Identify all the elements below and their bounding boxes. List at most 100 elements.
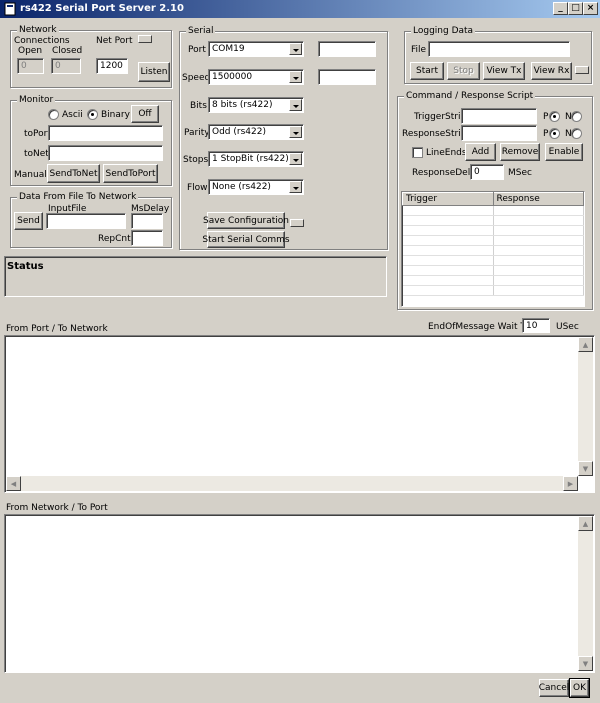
tonet-label: toNet: [24, 149, 49, 159]
scroll-down-icon[interactable]: ▼: [578, 461, 593, 476]
port-combo[interactable]: COM19: [208, 41, 304, 57]
minimize-button[interactable]: _: [553, 2, 568, 15]
status-panel: Status: [4, 256, 387, 297]
ascii-radio[interactable]: [48, 109, 59, 120]
binary-radio[interactable]: [87, 109, 98, 120]
chevron-down-icon[interactable]: [289, 99, 302, 111]
flow-label: Flow: [187, 183, 208, 193]
port-extra-field[interactable]: [318, 41, 376, 57]
from-net-textarea[interactable]: ▲ ▼: [4, 514, 595, 673]
trigger-p-radio[interactable]: [549, 111, 560, 122]
response-n-radio[interactable]: [571, 128, 582, 139]
log-start-button[interactable]: Start: [410, 62, 444, 80]
response-field[interactable]: [461, 125, 537, 141]
parity-label: Parity: [184, 128, 210, 138]
chevron-down-icon[interactable]: [289, 126, 302, 138]
bits-label: Bits: [190, 101, 207, 111]
sendtonet-button[interactable]: SendToNet: [47, 164, 100, 183]
table-row[interactable]: [402, 245, 584, 256]
table-row[interactable]: [402, 285, 584, 296]
stops-combo[interactable]: 1 StopBit (rs422): [208, 151, 304, 167]
save-configuration-button[interactable]: Save Configuration: [203, 212, 289, 229]
flow-combo[interactable]: None (rs422): [208, 179, 304, 195]
speed-label: Speed: [182, 73, 211, 83]
maximize-button[interactable]: □: [568, 2, 583, 15]
from-net-vscroll[interactable]: ▲ ▼: [578, 516, 593, 671]
connections-label: Connections: [14, 36, 70, 46]
send-file-button[interactable]: Send: [14, 212, 43, 230]
scroll-left-icon[interactable]: ◀: [6, 476, 21, 491]
title-bar[interactable]: rs422 Serial Port Server 2.10 _ □ ×: [0, 0, 600, 18]
netport-label: Net Port: [96, 36, 133, 46]
chevron-down-icon[interactable]: [289, 181, 302, 193]
scroll-down-icon[interactable]: ▼: [578, 656, 593, 671]
sendtoport-button[interactable]: SendToPort: [103, 164, 158, 183]
remove-button[interactable]: Remove: [500, 143, 540, 161]
view-tx-button[interactable]: View Tx: [483, 62, 525, 80]
tonet-field[interactable]: [48, 145, 163, 161]
scroll-right-icon[interactable]: ▶: [563, 476, 578, 491]
flow-value: None (rs422): [212, 182, 271, 192]
enable-button[interactable]: Enable: [545, 143, 583, 161]
script-table-grid: Trigger Response: [402, 192, 584, 296]
eom-wait-field[interactable]: 10: [522, 318, 550, 333]
chevron-down-icon[interactable]: [289, 71, 302, 83]
log-stop-button: Stop: [447, 62, 480, 80]
chevron-down-icon[interactable]: [289, 153, 302, 165]
msec-label: MSec: [508, 168, 532, 178]
speed-combo[interactable]: 1500000: [208, 69, 304, 85]
scroll-up-icon[interactable]: ▲: [578, 337, 593, 352]
ascii-label: Ascii: [62, 110, 83, 120]
monitor-off-button[interactable]: Off: [131, 105, 159, 123]
table-row[interactable]: [402, 205, 584, 216]
start-serial-comms-button[interactable]: Start Serial Comms: [202, 231, 290, 248]
from-port-vscroll[interactable]: ▲ ▼: [578, 337, 593, 476]
table-row[interactable]: [402, 265, 584, 276]
scroll-up-icon[interactable]: ▲: [578, 516, 593, 531]
from-port-label: From Port / To Network: [6, 324, 108, 334]
trigger-p-label: P: [543, 112, 549, 122]
logfile-field[interactable]: [428, 41, 570, 57]
lineends-checkbox[interactable]: [412, 147, 423, 158]
response-delay-field[interactable]: 0: [470, 164, 504, 180]
bits-combo[interactable]: 8 bits (rs422): [208, 97, 304, 113]
cancel-button[interactable]: Cancel: [539, 679, 569, 697]
chevron-down-icon[interactable]: [289, 43, 302, 55]
datafile-group-title: Data From File To Network: [17, 192, 139, 202]
closed-label: Closed: [52, 46, 83, 56]
save-indicator: [290, 219, 304, 227]
table-row[interactable]: [402, 255, 584, 266]
repcnt-field[interactable]: [131, 230, 163, 246]
response-column-header[interactable]: Response: [492, 192, 584, 206]
view-rx-button[interactable]: View Rx: [531, 62, 572, 80]
trigger-column-header[interactable]: Trigger: [402, 192, 494, 206]
listen-button[interactable]: Listen: [138, 62, 170, 82]
script-table[interactable]: Trigger Response: [401, 191, 585, 307]
network-group-title: Network: [17, 25, 59, 35]
response-p-radio[interactable]: [549, 128, 560, 139]
table-row[interactable]: [402, 215, 584, 226]
add-button[interactable]: Add: [465, 143, 496, 161]
table-row[interactable]: [402, 225, 584, 236]
msdelay-field[interactable]: [131, 213, 163, 229]
script-group-title: Command / Response Script: [404, 91, 536, 101]
trigger-n-radio[interactable]: [571, 111, 582, 122]
app-icon: [4, 2, 16, 16]
speed-extra-field[interactable]: [318, 69, 376, 85]
logging-indicator: [575, 66, 589, 74]
toport-field[interactable]: [48, 125, 163, 141]
table-row[interactable]: [402, 235, 584, 246]
from-port-textarea[interactable]: ▲ ▼ ◀ ▶: [4, 335, 595, 493]
inputfile-field[interactable]: [46, 213, 126, 229]
response-p-label: P: [543, 129, 549, 139]
trigger-field[interactable]: [461, 108, 537, 124]
netport-field[interactable]: 1200: [96, 58, 128, 74]
table-row[interactable]: [402, 275, 584, 286]
monitor-group-title: Monitor: [17, 95, 56, 105]
close-button[interactable]: ×: [583, 2, 598, 15]
parity-combo[interactable]: Odd (rs422): [208, 124, 304, 140]
network-indicator: [138, 35, 152, 43]
from-port-hscroll[interactable]: ◀ ▶: [6, 476, 578, 491]
manual-label: Manual: [14, 170, 47, 180]
ok-button[interactable]: OK: [569, 678, 590, 698]
